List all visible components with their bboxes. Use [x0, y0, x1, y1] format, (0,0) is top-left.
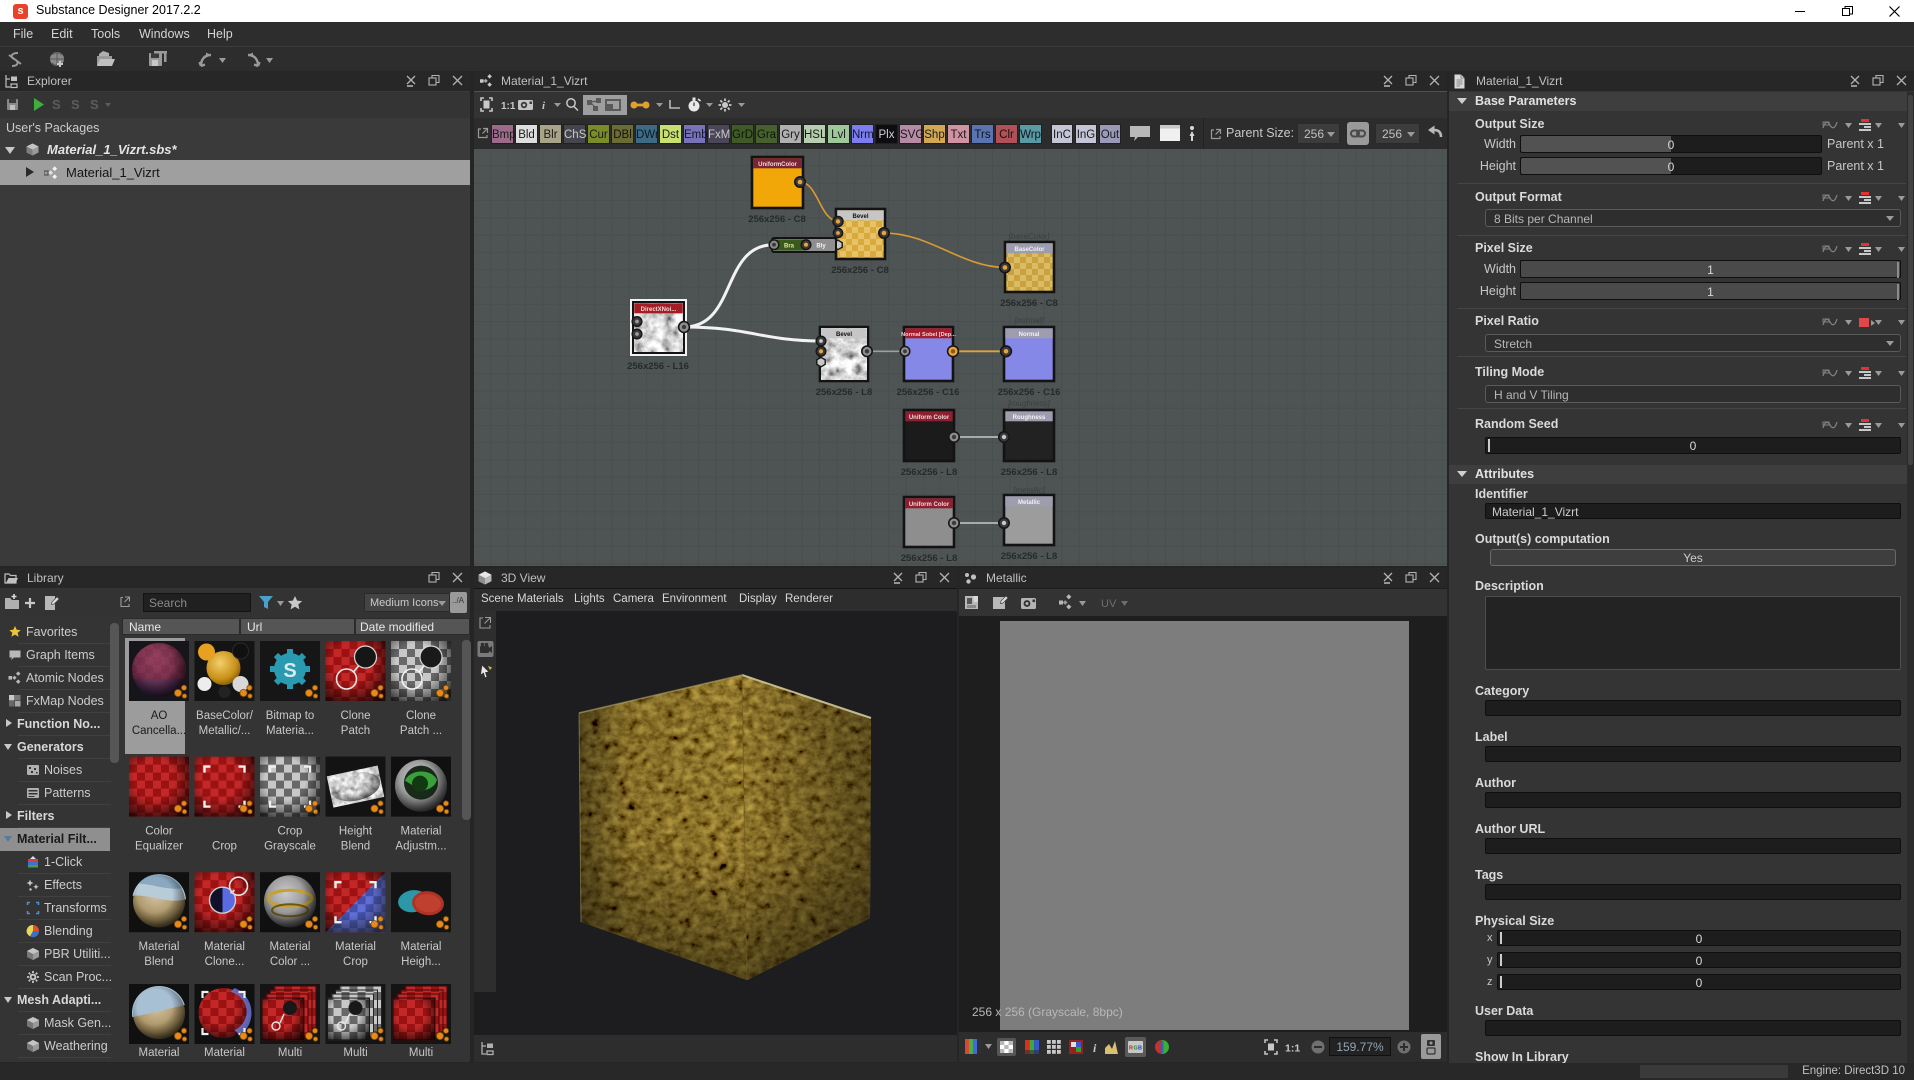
svg-text:Multi: Multi: [343, 1047, 367, 1059]
svg-text:256x256 - L8: 256x256 - L8: [901, 467, 958, 478]
svg-text:Crop: Crop: [212, 841, 237, 853]
svg-text:256x256 - C16: 256x256 - C16: [897, 387, 960, 398]
svg-text:Material: Material: [139, 1047, 180, 1059]
svg-text:256x256 - C16: 256x256 - C16: [998, 387, 1061, 398]
svg-text:Cancella...: Cancella...: [132, 725, 186, 737]
svg-text:Adjustm...: Adjustm...: [395, 841, 446, 853]
svg-text:S: S: [71, 97, 80, 112]
svg-text:[roughness]: [roughness]: [1007, 399, 1051, 408]
svg-text:R: R: [1129, 1046, 1133, 1052]
svg-text:Bevel: Bevel: [852, 214, 868, 220]
svg-text:1:1: 1:1: [1285, 1043, 1300, 1055]
svg-text:AO: AO: [151, 710, 168, 722]
svg-text:Blend: Blend: [341, 841, 370, 853]
svg-text:Patch ...: Patch ...: [400, 725, 442, 737]
svg-text:256x256 - C8: 256x256 - C8: [748, 214, 806, 225]
svg-text:Heigh...: Heigh...: [401, 956, 441, 968]
svg-text:BaseColor: BaseColor: [1014, 247, 1045, 253]
svg-text:Blend: Blend: [144, 956, 173, 968]
svg-text:256x256 - C8: 256x256 - C8: [831, 265, 889, 276]
svg-text:256x256 - C8: 256x256 - C8: [1000, 298, 1058, 309]
svg-text:Multi: Multi: [278, 1047, 302, 1059]
svg-text:Metallic: Metallic: [1018, 500, 1041, 506]
svg-text:[baseColor]: [baseColor]: [1008, 232, 1051, 241]
svg-text:Clone: Clone: [340, 710, 370, 722]
svg-text:Bevel: Bevel: [836, 332, 852, 338]
svg-text:Bra: Bra: [784, 244, 795, 250]
svg-text:1:1: 1:1: [501, 101, 516, 112]
svg-text:S: S: [283, 660, 296, 682]
svg-text:Crop: Crop: [343, 956, 368, 968]
svg-text:BaseColor/: BaseColor/: [196, 710, 254, 722]
svg-text:i: i: [542, 100, 546, 112]
svg-text:Material: Material: [401, 826, 442, 838]
svg-text:Clone...: Clone...: [205, 956, 245, 968]
svg-text:S: S: [90, 97, 99, 112]
svg-text:DirectXNoi...: DirectXNoi...: [641, 307, 677, 313]
svg-text:Material: Material: [204, 941, 245, 953]
svg-text:Roughness: Roughness: [1013, 415, 1046, 421]
svg-text:256x256 - L8: 256x256 - L8: [1001, 467, 1058, 478]
svg-text:[metallic]: [metallic]: [1012, 486, 1045, 495]
svg-text:256x256 - L16: 256x256 - L16: [627, 361, 689, 372]
svg-text:Normal Sobel [Dep...: Normal Sobel [Dep...: [901, 332, 956, 338]
svg-text:Material: Material: [270, 941, 311, 953]
svg-text:Bly: Bly: [816, 244, 826, 250]
svg-text:i: i: [1093, 1041, 1097, 1055]
svg-text:256x256 - L8: 256x256 - L8: [1001, 551, 1058, 562]
svg-text:UniformColor: UniformColor: [758, 162, 797, 168]
svg-text:Uniform Color: Uniform Color: [909, 415, 950, 421]
svg-text:Material: Material: [204, 1047, 245, 1059]
svg-text:Material: Material: [401, 941, 442, 953]
svg-text:Bitmap to: Bitmap to: [266, 710, 315, 722]
svg-text:Metallic/...: Metallic/...: [199, 725, 251, 737]
svg-text:Uniform Color: Uniform Color: [909, 502, 950, 508]
svg-text:S: S: [52, 97, 61, 112]
svg-text:Equalizer: Equalizer: [135, 841, 183, 853]
svg-text:Color ...: Color ...: [270, 956, 310, 968]
svg-text:256x256 - L8: 256x256 - L8: [901, 553, 958, 564]
svg-text:Grayscale: Grayscale: [264, 841, 316, 853]
svg-text:Materia...: Materia...: [266, 725, 314, 737]
svg-text:Material: Material: [335, 941, 376, 953]
svg-text:Material: Material: [139, 941, 180, 953]
svg-text:Crop: Crop: [278, 826, 303, 838]
svg-text:Clone: Clone: [406, 710, 436, 722]
svg-text:[normal]: [normal]: [1014, 316, 1045, 325]
svg-text:UV: UV: [1101, 598, 1117, 610]
svg-text:Patch: Patch: [341, 725, 370, 737]
svg-text:256x256 - L8: 256x256 - L8: [816, 387, 873, 398]
svg-text:Color: Color: [145, 826, 173, 838]
svg-text:Normal: Normal: [1019, 332, 1040, 338]
svg-text:Height: Height: [339, 826, 373, 838]
svg-text:B: B: [1138, 1046, 1142, 1052]
svg-text:Multi: Multi: [409, 1047, 433, 1059]
